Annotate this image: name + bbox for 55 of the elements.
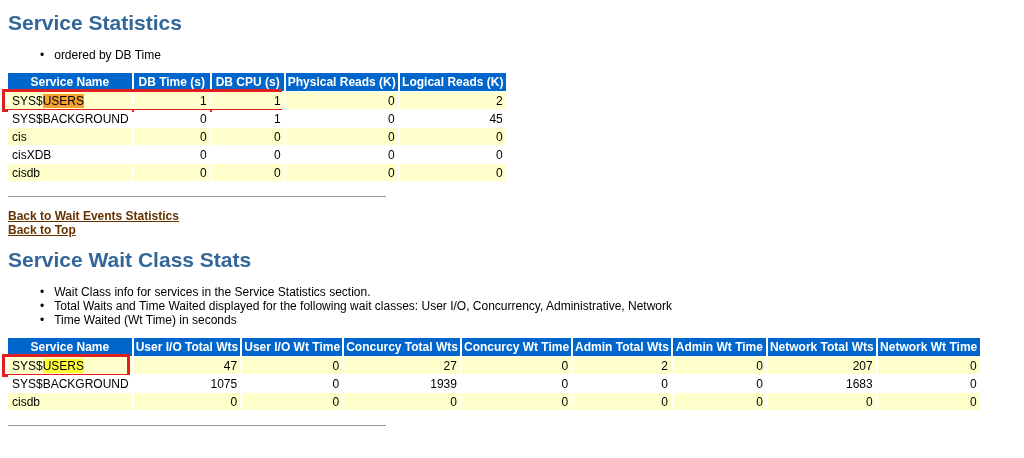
column-header: Logical Reads (K) xyxy=(399,73,506,91)
table-cell: 0 xyxy=(461,393,572,410)
back-link[interactable]: Back to Wait Events Statistics xyxy=(8,209,179,223)
bullet-mark: • xyxy=(40,285,45,299)
table-cell: 47 xyxy=(133,357,241,374)
column-header: Admin Total Wts xyxy=(573,338,671,356)
table-cell: 0 xyxy=(399,164,506,181)
column-header: Concurcy Total Wts xyxy=(344,338,460,356)
table-cell: 0 xyxy=(573,393,671,410)
table-cell: 207 xyxy=(767,357,876,374)
table-cell: 0 xyxy=(399,128,506,145)
bullet-mark: • xyxy=(40,313,45,327)
table-cell: 0 xyxy=(133,393,241,410)
table-cell: 0 xyxy=(877,393,980,410)
table-cell: 0 xyxy=(461,357,572,374)
table-cell: 0 xyxy=(672,357,766,374)
table-cell: 0 xyxy=(242,393,343,410)
table-cell: 0 xyxy=(672,393,766,410)
column-header: Physical Reads (K) xyxy=(285,73,398,91)
table-cell: 0 xyxy=(877,357,980,374)
column-header: Concurcy Wt Time xyxy=(461,338,572,356)
back-link[interactable]: Back to Top xyxy=(8,223,76,237)
table-cell: 2 xyxy=(399,92,506,109)
column-header: Network Total Wts xyxy=(767,338,876,356)
note-text: Total Waits and Time Waited displayed for the following wait classes: User I/O, Concurrency, Administrative, Network xyxy=(54,299,672,313)
table-cell: 2 xyxy=(573,357,671,374)
table-cell: 0 xyxy=(285,92,398,109)
table-cell: 0 xyxy=(211,164,284,181)
table-cell: 0 xyxy=(285,164,398,181)
table-cell: 0 xyxy=(242,357,343,374)
column-header: User I/O Wt Time xyxy=(242,338,343,356)
table-cell: cisdb xyxy=(8,393,132,410)
table-cell: cis xyxy=(8,128,132,145)
column-header: Admin Wt Time xyxy=(672,338,766,356)
table-cell: 1 xyxy=(133,92,210,109)
table-cell: 1 xyxy=(211,92,284,109)
section-title: Service Wait Class Stats xyxy=(8,247,253,273)
table-cell: 0 xyxy=(767,393,876,410)
note-text: Wait Class info for services in the Service Statistics section. xyxy=(54,285,371,299)
table-cell: 0 xyxy=(133,164,210,181)
table-cell: SYS$BACKGROUND xyxy=(8,375,132,392)
table-cell: 0 xyxy=(285,128,398,145)
note-text: Time Waited (Wt Time) in seconds xyxy=(54,313,237,327)
section-title: Service Statistics xyxy=(8,10,183,36)
bullet-mark: • xyxy=(40,48,45,62)
note-text: ordered by DB Time xyxy=(54,48,161,62)
table-cell: SYS$BACKGROUND xyxy=(8,110,132,127)
column-header: User I/O Total Wts xyxy=(133,338,241,356)
table-cell: 0 xyxy=(211,128,284,145)
bullet-mark: • xyxy=(40,299,45,313)
table-cell: cisdb xyxy=(8,164,132,181)
column-header: Network Wt Time xyxy=(877,338,980,356)
table-cell: 0 xyxy=(133,128,210,145)
table-cell: 0 xyxy=(344,393,460,410)
table-cell: 27 xyxy=(344,357,460,374)
